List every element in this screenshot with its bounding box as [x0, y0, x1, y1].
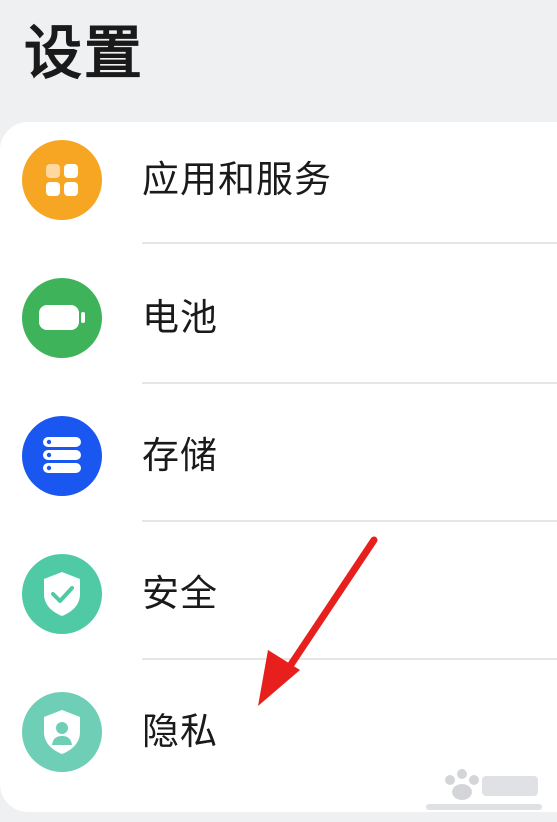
- battery-icon: [22, 278, 102, 358]
- divider: [142, 242, 557, 244]
- privacy-icon: [22, 692, 102, 772]
- settings-item-label: 安全: [142, 572, 218, 615]
- settings-item-apps[interactable]: 应用和服务: [0, 122, 557, 242]
- baidu-jingyan-logo: [426, 769, 542, 810]
- divider: [142, 382, 557, 384]
- page-title: 设置: [24, 19, 145, 87]
- settings-screen: 设置 应用和服务 电池 存储 安全 隐私: [0, 0, 557, 822]
- divider: [142, 658, 557, 660]
- divider: [142, 520, 557, 522]
- settings-item-label: 存储: [142, 434, 218, 477]
- storage-icon: [22, 416, 102, 496]
- shield-icon: [22, 554, 102, 634]
- settings-item-label: 应用和服务: [142, 158, 332, 201]
- settings-list: 应用和服务 电池 存储 安全 隐私: [0, 122, 557, 812]
- settings-item-label: 电池: [142, 296, 218, 339]
- apps-icon: [22, 140, 102, 220]
- settings-item-security[interactable]: 安全: [0, 536, 557, 656]
- settings-item-battery[interactable]: 电池: [0, 260, 557, 380]
- settings-item-storage[interactable]: 存储: [0, 398, 557, 518]
- settings-item-label: 隐私: [142, 710, 218, 753]
